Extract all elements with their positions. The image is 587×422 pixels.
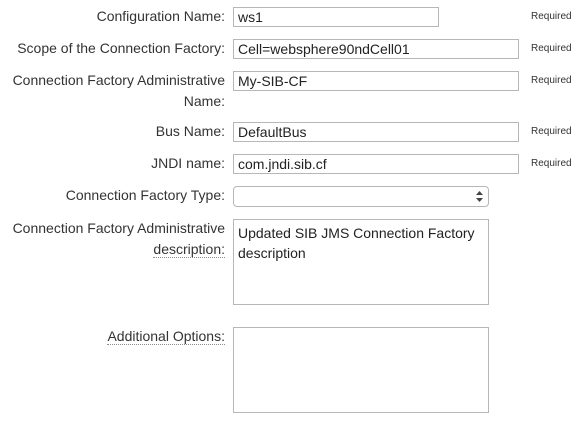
additional-options-label: Additional Options: <box>107 328 225 345</box>
scope-required: Required <box>531 43 572 54</box>
admin-description-textarea[interactable]: Updated SIB JMS Connection Factory descr… <box>233 219 489 305</box>
configuration-name-label: Configuration Name: <box>96 8 225 24</box>
bus-name-label: Bus Name: <box>155 123 225 139</box>
up-down-chevron-icon <box>476 191 483 202</box>
jndi-name-required: Required <box>531 158 572 169</box>
bus-name-input[interactable] <box>233 122 519 142</box>
bus-name-required: Required <box>531 126 572 137</box>
factory-type-label: Connection Factory Type: <box>65 187 225 203</box>
factory-type-select[interactable] <box>233 186 489 207</box>
jndi-name-input[interactable] <box>233 154 519 174</box>
admin-name-input[interactable] <box>233 71 519 91</box>
configuration-name-input[interactable] <box>233 7 439 27</box>
configuration-name-required: Required <box>531 11 572 22</box>
scope-input[interactable] <box>233 39 519 59</box>
jndi-name-label: JNDI name: <box>151 155 225 171</box>
admin-description-label: Connection Factory Administrative descri… <box>12 220 225 258</box>
admin-name-label: Connection Factory Administrative Name: <box>12 72 225 109</box>
admin-name-required: Required <box>531 75 572 86</box>
scope-label: Scope of the Connection Factory: <box>17 40 225 56</box>
additional-options-textarea[interactable] <box>233 327 489 413</box>
